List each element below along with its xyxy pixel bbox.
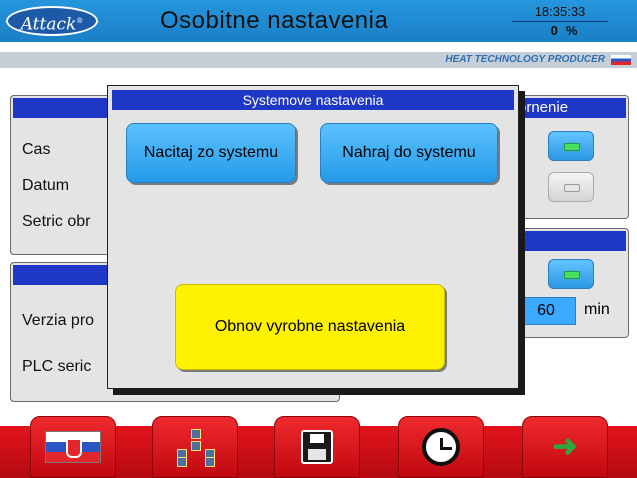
percent-unit: %	[565, 23, 578, 38]
save-to-system-button[interactable]: Nahraj do systemu	[320, 123, 498, 183]
warning-toggle-on[interactable]	[548, 131, 594, 161]
producer-label: HEAT TECHNOLOGY PRODUCER	[445, 54, 605, 65]
clock-divider	[512, 21, 608, 22]
dialog-title: Systemove nastavenia	[112, 90, 514, 110]
led-indicator	[564, 271, 580, 279]
led-indicator	[564, 184, 580, 192]
date-label-front: Datum	[22, 177, 70, 194]
network-icon	[175, 429, 215, 467]
return-arrow-icon: ➜	[552, 430, 578, 463]
save-button[interactable]	[274, 416, 360, 478]
status-clock: 18:35:33 0%	[508, 4, 612, 38]
load-from-system-button[interactable]: Nacitaj zo systemu	[126, 123, 296, 183]
slovak-flag-icon[interactable]	[611, 55, 631, 65]
program-version-label-front: Verzia pro	[22, 312, 95, 329]
time-label-front: Cas	[22, 141, 51, 158]
language-button[interactable]	[30, 416, 116, 478]
attack-logo: Attack®	[6, 6, 98, 36]
percent-readout: 0%	[508, 23, 612, 39]
plc-serial-label-front: PLC seric	[22, 358, 92, 375]
restore-factory-settings-button[interactable]: Obnov vyrobne nastavenia	[175, 284, 445, 370]
screensaver-label-front: Setric obr	[22, 213, 91, 230]
led-indicator	[564, 143, 580, 151]
page-title: Osobitne nastavenia	[160, 7, 389, 34]
clock-time: 18:35:33	[534, 4, 586, 19]
timer-value-field[interactable]: 60	[516, 297, 576, 325]
logo-text: Attack	[20, 14, 77, 35]
warning-panel-header: ornenie	[508, 98, 626, 118]
logo-mark: ®	[76, 17, 84, 25]
slovak-flag-icon	[45, 431, 101, 463]
clock-button[interactable]	[398, 416, 484, 478]
header-bar: Attack® Osobitne nastavenia 18:35:33 0%	[0, 0, 637, 42]
system-settings-dialog: Systemove nastavenia Nacitaj zo systemu …	[107, 85, 519, 389]
clock-icon	[422, 428, 460, 466]
bottom-nav: ➜	[0, 404, 637, 478]
percent-value: 0	[550, 23, 558, 38]
sub-header-bar: HEAT TECHNOLOGY PRODUCER	[0, 52, 637, 68]
back-button[interactable]: ➜	[522, 416, 608, 478]
warning-toggle-off[interactable]	[548, 172, 594, 202]
timer-unit: min	[584, 301, 610, 318]
network-button[interactable]	[152, 416, 238, 478]
timer-panel-header: y	[508, 231, 626, 251]
timer-toggle[interactable]	[548, 259, 594, 289]
floppy-disk-icon	[301, 430, 333, 464]
